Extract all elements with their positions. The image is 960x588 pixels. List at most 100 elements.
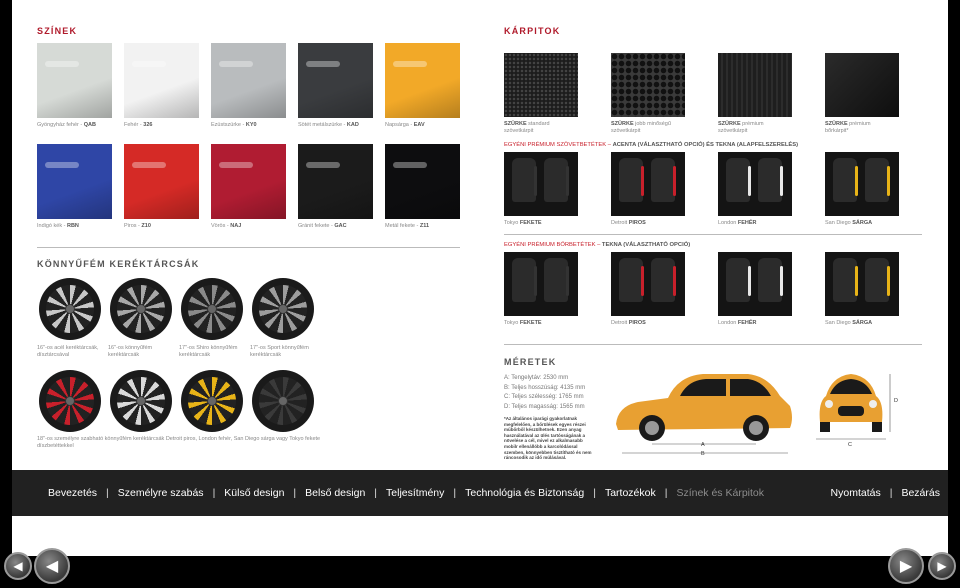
color-swatch[interactable]: [298, 144, 373, 219]
color-swatch[interactable]: [385, 43, 460, 118]
previous-page-button[interactable]: ◀: [34, 548, 70, 584]
seat-accent: [641, 166, 644, 196]
seat-color: FEHÉR: [737, 220, 757, 226]
next-page-button[interactable]: ▶: [888, 548, 924, 584]
seat-image[interactable]: [718, 252, 792, 316]
color-swatch[interactable]: [211, 43, 286, 118]
color-swatch[interactable]: [124, 43, 199, 118]
seat-image[interactable]: [825, 252, 899, 316]
dim-a: A: Tengelytáv: 2530 mm: [504, 375, 569, 381]
wheel-hub: [207, 396, 217, 406]
seat-back: [512, 258, 536, 302]
fabric-label: SZÜRKE jobb minőségű szövetkárpit: [611, 121, 671, 135]
colors-section-title: SZÍNEK: [37, 26, 78, 36]
wheel-rim: [117, 285, 165, 333]
fabric-sample[interactable]: [611, 53, 685, 117]
seat-image[interactable]: [611, 152, 685, 216]
wheel-label: 17"-os Shiro könnyűfém keréktárcsák: [179, 345, 249, 359]
wheel-image[interactable]: [179, 276, 245, 342]
wheel-rim: [259, 285, 307, 333]
seat-image[interactable]: [504, 152, 578, 216]
divider: [504, 234, 922, 235]
seat-accent: [887, 166, 890, 196]
seat-back: [833, 158, 857, 202]
wheel-image[interactable]: [37, 368, 103, 434]
nav-item-technology-safety[interactable]: Technológia és Biztonság: [465, 487, 584, 499]
color-code: GAC: [334, 223, 347, 229]
seat-accent: [855, 166, 858, 196]
color-code: EAV: [413, 122, 425, 128]
color-swatch[interactable]: [37, 144, 112, 219]
color-name: Metál fekete -: [385, 223, 420, 229]
color-label: Ezüstszürke - KY0: [211, 122, 257, 129]
bottom-navigation-bar: Bevezetés | Személyre szabás | Külső desig…: [12, 470, 948, 516]
wheel-image[interactable]: [179, 368, 245, 434]
fabric-sample[interactable]: [825, 53, 899, 117]
color-swatch[interactable]: [385, 144, 460, 219]
wheel-image[interactable]: [108, 276, 174, 342]
seat-label: Tokyo FEKETE: [504, 320, 542, 327]
color-code: QAB: [83, 122, 97, 128]
wheel-tyre: [39, 278, 101, 340]
wheel-label-line1: 16"-os acél keréktárcsák,: [37, 345, 99, 351]
wheel-label: 17"-os Sport könnyűfém keréktárcsák: [250, 345, 320, 359]
nav-item-accessories[interactable]: Tartozékok: [605, 487, 656, 499]
wheel-tyre: [252, 370, 314, 432]
color-label: Vörös - NAJ: [211, 223, 241, 230]
seat-city: Detroit: [611, 220, 629, 226]
seat-color: PIROS: [628, 220, 646, 226]
color-code: 326: [143, 122, 153, 128]
last-page-button[interactable]: ▶: [928, 552, 956, 580]
wheel-label-line2: keréktárcsák: [250, 352, 282, 358]
nav-item-colors-upholstery[interactable]: Színek és Kárpitok: [676, 487, 764, 499]
nav-separator: |: [212, 487, 216, 499]
close-link[interactable]: Bezárás: [901, 487, 940, 499]
color-swatch[interactable]: [124, 144, 199, 219]
wheel-hub: [207, 304, 217, 314]
seat-accent: [641, 266, 644, 296]
seat-back: [544, 258, 568, 302]
leather-footnote: *Az általános iparági gyakorlatnak megfe…: [504, 416, 592, 461]
print-link[interactable]: Nyomtatás: [831, 487, 881, 499]
wheel-image[interactable]: [250, 276, 316, 342]
seat-image[interactable]: [504, 252, 578, 316]
seat-accent: [534, 166, 537, 196]
fabric-sample[interactable]: [504, 53, 578, 117]
premium-fabric-heading: EGYÉNI PRÉMIUM SZÖVETBETÉTEK – ACENTA (V…: [504, 142, 799, 148]
wheel-hub: [65, 304, 75, 314]
color-swatch[interactable]: [211, 144, 286, 219]
nav-item-intro[interactable]: Bevezetés: [48, 487, 97, 499]
seat-image[interactable]: [611, 252, 685, 316]
wheel-rim: [46, 285, 94, 333]
seat-accent: [855, 266, 858, 296]
premium-leather-heading: EGYÉNI PRÉMIUM BŐRBETÉTEK – TEKNA (VÁLAS…: [504, 242, 691, 248]
color-swatch[interactable]: [37, 43, 112, 118]
upholstery-section-title: KÁRPITOK: [504, 26, 561, 36]
seat-image[interactable]: [718, 152, 792, 216]
fabric-sample[interactable]: [718, 53, 792, 117]
wheel-image[interactable]: [108, 368, 174, 434]
fabric-material: szövetkárpit: [611, 128, 641, 134]
first-page-button[interactable]: ◀: [4, 552, 32, 580]
color-swatch[interactable]: [298, 43, 373, 118]
seat-city: Tokyo: [504, 320, 520, 326]
seat-back: [833, 258, 857, 302]
wheels-row-2-caption: 18"-os személyre szabható könnyűfém keré…: [37, 436, 321, 449]
color-name: Gyöngyház fehér -: [37, 122, 84, 128]
nav-item-performance[interactable]: Teljesítmény: [386, 487, 444, 499]
wheel-hub: [136, 396, 146, 406]
color-label: Sötét metálszürke - KAD: [298, 122, 359, 129]
nav-item-personalization[interactable]: Személyre szabás: [118, 487, 204, 499]
nav-item-exterior[interactable]: Külső design: [224, 487, 284, 499]
color-name: Sötét metálszürke -: [298, 122, 347, 128]
seat-color: FEKETE: [519, 320, 542, 326]
wheel-image[interactable]: [250, 368, 316, 434]
wheel-image[interactable]: [37, 276, 103, 342]
seat-image[interactable]: [825, 152, 899, 216]
nav-separator: |: [664, 487, 668, 499]
fabric-grade: SZÜRKE: [718, 121, 741, 127]
wheel-label-line2: keréktárcsák: [179, 352, 211, 358]
nav-item-interior[interactable]: Belső design: [305, 487, 365, 499]
seat-accent: [534, 266, 537, 296]
wheel-label-line1: 17"-os Shiro könnyűfém: [179, 345, 238, 351]
